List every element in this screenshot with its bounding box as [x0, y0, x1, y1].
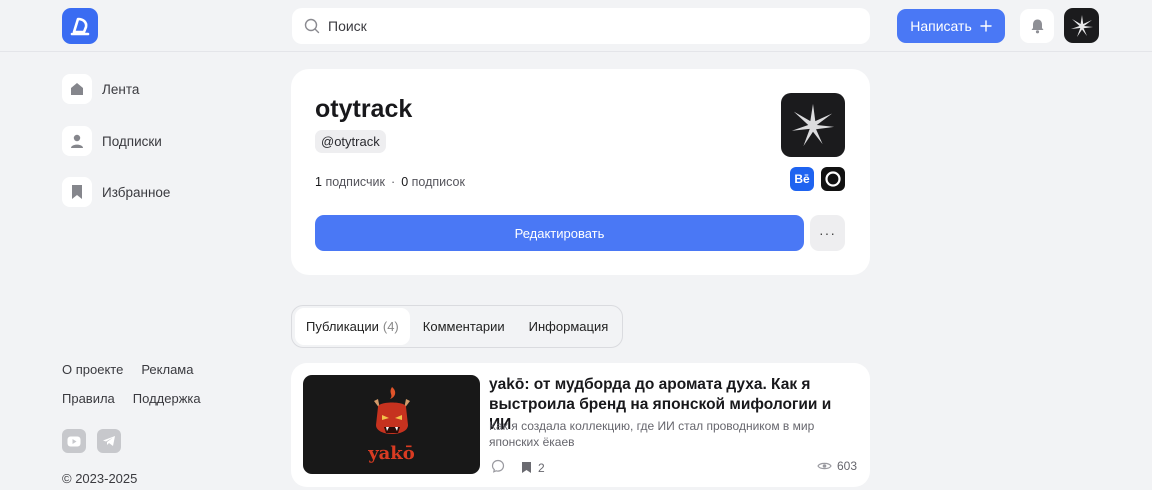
youtube-link[interactable] — [62, 429, 86, 453]
tab-label: Комментарии — [422, 319, 505, 334]
stats-separator: · — [391, 175, 396, 189]
profile-avatar — [781, 93, 845, 157]
footer-links-row-1: О проекте Реклама — [62, 362, 193, 377]
ring-icon — [825, 171, 841, 187]
sidebar-item-label: Избранное — [102, 184, 171, 200]
rules-link[interactable]: Правила — [62, 391, 115, 406]
top-bar: Написать — [0, 0, 1152, 52]
tab-label: Информация — [528, 319, 609, 334]
post-thumbnail[interactable]: yakō — [303, 375, 480, 474]
views-count: 603 — [836, 459, 857, 473]
sidebar-item-feed[interactable]: Лента — [62, 73, 139, 105]
post-meta: 2 — [491, 459, 545, 476]
bookmark-icon — [62, 177, 92, 207]
tab-comments[interactable]: Комментарии — [412, 308, 516, 345]
bookmark-count: 2 — [538, 460, 545, 475]
edit-profile-button[interactable]: Редактировать — [315, 215, 804, 251]
logo[interactable] — [62, 8, 98, 44]
search-bar[interactable] — [292, 8, 870, 44]
following-count: 0 — [401, 175, 409, 189]
search-icon — [304, 18, 320, 34]
footer-links-row-2: Правила Поддержка — [62, 391, 201, 406]
home-icon — [62, 74, 92, 104]
copyright: © 2023-2025 — [62, 471, 138, 486]
ads-link[interactable]: Реклама — [141, 362, 193, 377]
more-options-button[interactable]: ··· — [810, 215, 845, 251]
following-label: подписок — [411, 175, 465, 189]
eye-icon — [817, 462, 832, 470]
thumbnail-wordmark: yakō — [368, 443, 415, 464]
telegram-link[interactable] — [97, 429, 121, 453]
profile-handle: @otytrack — [315, 130, 386, 153]
support-link[interactable]: Поддержка — [133, 391, 201, 406]
write-button[interactable]: Написать — [897, 9, 1005, 43]
comment-button[interactable] — [491, 459, 505, 476]
write-button-label: Написать — [910, 18, 972, 34]
telegram-icon — [103, 436, 115, 446]
profile-card: otytrack @otytrack 1 подписчик · 0 подпи… — [291, 69, 870, 275]
search-input[interactable] — [328, 18, 828, 34]
ring-link[interactable] — [821, 167, 845, 191]
profile-stats: 1 подписчик · 0 подписок — [315, 175, 465, 189]
bookmark-icon — [522, 462, 531, 473]
logo-icon — [70, 17, 90, 36]
user-avatar[interactable] — [1064, 8, 1099, 43]
post-description: Как я создала коллекцию, где ИИ стал про… — [489, 419, 815, 449]
sidebar-item-subscriptions[interactable]: Подписки — [62, 125, 162, 157]
followers-count: 1 — [315, 175, 322, 189]
about-link[interactable]: О проекте — [62, 362, 123, 377]
behance-icon: Bē — [794, 172, 810, 186]
followers-label: подписчик — [325, 175, 386, 189]
profile-name: otytrack — [315, 95, 413, 123]
bell-icon — [1031, 19, 1043, 34]
comment-icon — [491, 459, 505, 473]
sidebar-item-label: Подписки — [102, 133, 162, 149]
post-card[interactable]: yakō yakō: от мудборда до аромата духа. … — [291, 363, 870, 487]
following-stat[interactable]: 0 подписок — [401, 175, 465, 189]
post-views: 603 — [817, 459, 857, 473]
youtube-icon — [67, 436, 81, 446]
bookmark-button[interactable]: 2 — [521, 461, 545, 475]
behance-link[interactable]: Bē — [790, 167, 814, 191]
oni-mask-icon — [373, 387, 410, 434]
tab-info[interactable]: Информация — [518, 308, 620, 345]
tab-publications[interactable]: Публикации (4) — [295, 308, 410, 345]
profile-tabs: Публикации (4) Комментарии Информация — [291, 305, 624, 348]
followers-stat[interactable]: 1 подписчик — [315, 175, 385, 189]
publications-count: (4) — [382, 319, 399, 334]
sidebar-item-favorites[interactable]: Избранное — [62, 176, 170, 208]
sidebar-item-label: Лента — [102, 81, 140, 97]
notifications-button[interactable] — [1020, 9, 1054, 43]
star-burst-icon — [1070, 14, 1093, 37]
star-burst-icon — [791, 103, 835, 147]
plus-icon — [980, 20, 992, 32]
tab-label: Публикации — [306, 319, 379, 334]
user-icon — [62, 126, 92, 156]
